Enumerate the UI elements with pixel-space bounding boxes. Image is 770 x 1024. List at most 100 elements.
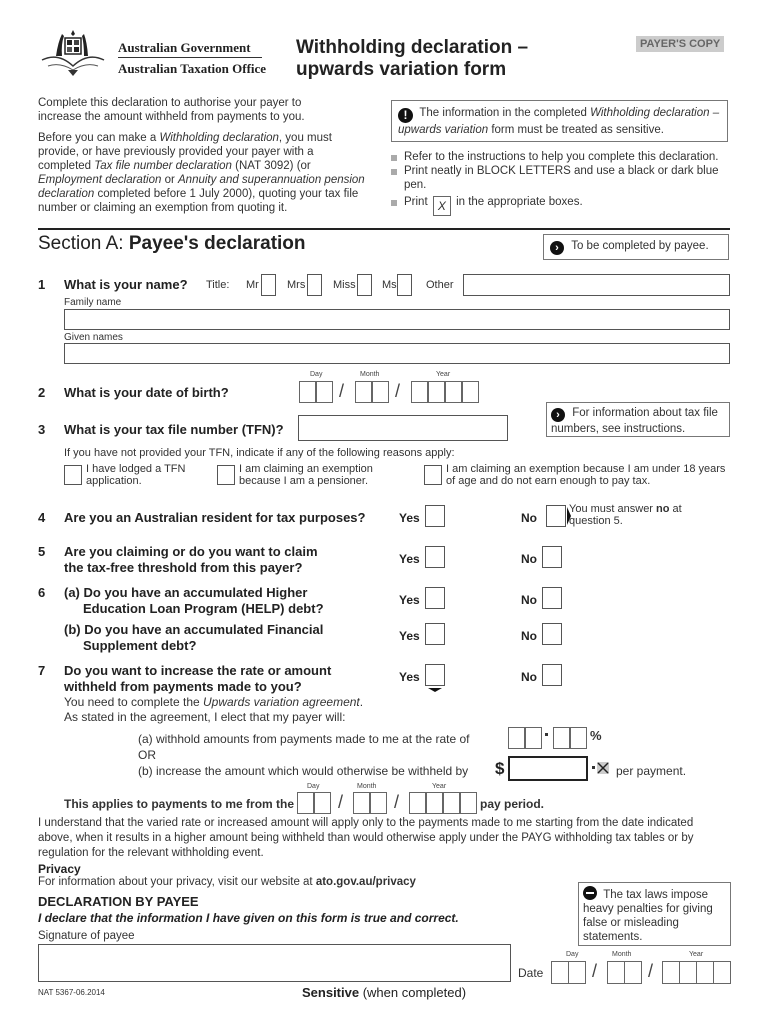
text: Payee's declaration xyxy=(128,233,306,254)
decl-year-digit[interactable] xyxy=(662,961,680,984)
privacy-link[interactable]: ato.gov.au/privacy xyxy=(316,876,416,888)
dob-year-digit[interactable] xyxy=(462,381,479,403)
title-ms-checkbox[interactable] xyxy=(397,274,412,296)
instructions-list: Refer to the instructions to help you co… xyxy=(391,150,731,216)
q7-yes-checkbox[interactable] xyxy=(425,664,445,686)
form-title-line1: Withholding declaration – xyxy=(296,37,529,58)
signature-input[interactable] xyxy=(38,944,511,982)
dob-month-digit[interactable] xyxy=(372,381,389,403)
q5-number: 5 xyxy=(38,544,46,559)
q4-note: You must answer no at question 5. xyxy=(569,503,709,527)
text: in the appropriate boxes. xyxy=(456,196,583,208)
start-day-digit[interactable] xyxy=(297,792,314,814)
tfn-lodged-label: I have lodged a TFN application. xyxy=(86,463,186,487)
date-separator: / xyxy=(592,961,598,981)
q7-option-b: (b) increase the amount which would othe… xyxy=(138,764,469,778)
decl-month-digit[interactable] xyxy=(624,961,642,984)
start-month-digit[interactable] xyxy=(370,792,387,814)
decl-day-digit[interactable] xyxy=(551,961,569,984)
q7-no-label: No xyxy=(521,670,537,684)
family-name-label: Family name xyxy=(64,297,122,308)
dob-year-digit[interactable] xyxy=(411,381,428,403)
title-other-input[interactable] xyxy=(463,274,730,296)
start-month-digit[interactable] xyxy=(353,792,370,814)
applies-from-label: This applies to payments to me from the xyxy=(64,797,295,811)
start-year-digit[interactable] xyxy=(409,792,426,814)
q6a-yes-checkbox[interactable] xyxy=(425,587,445,609)
text: You must answer xyxy=(569,503,657,515)
q6a-yes-label: Yes xyxy=(399,593,420,607)
q2-number: 2 xyxy=(38,385,46,400)
title-mr-checkbox[interactable] xyxy=(261,274,276,296)
q5-yes-label: Yes xyxy=(399,552,420,566)
q6b-yes-label: Yes xyxy=(399,629,420,643)
q6-number: 6 xyxy=(38,585,46,600)
decl-year-digit[interactable] xyxy=(696,961,714,984)
start-year-digit[interactable] xyxy=(426,792,443,814)
text: You need to complete the xyxy=(64,695,203,709)
text: For information about your privacy, visi… xyxy=(38,876,316,888)
q3-text: What is your tax file number (TFN)? xyxy=(64,422,284,437)
q6a-no-checkbox[interactable] xyxy=(542,587,562,609)
percent-sign: % xyxy=(590,728,602,743)
rate-digit[interactable] xyxy=(508,727,525,749)
title-miss-checkbox[interactable] xyxy=(357,274,372,296)
rate-decimal-digit[interactable] xyxy=(553,727,570,749)
q6b-no-checkbox[interactable] xyxy=(542,623,562,645)
title-ms-label: Ms xyxy=(382,279,397,291)
rate-digit[interactable] xyxy=(525,727,542,749)
privacy-heading: Privacy xyxy=(38,862,81,876)
dob-month-label: Month xyxy=(360,371,380,378)
dob-year-digit[interactable] xyxy=(428,381,445,403)
title-mrs-checkbox[interactable] xyxy=(307,274,322,296)
q7-text: Do you want to increase the rate or amou… xyxy=(64,663,331,695)
start-year-digit[interactable] xyxy=(460,792,477,814)
to-be-completed-note: › To be completed by payee. xyxy=(543,234,729,260)
q6b-yes-checkbox[interactable] xyxy=(425,623,445,645)
tfn-input[interactable] xyxy=(298,415,508,441)
q7-no-checkbox[interactable] xyxy=(542,664,562,686)
dob-day-digit[interactable] xyxy=(316,381,333,403)
q4-text: Are you an Australian resident for tax p… xyxy=(64,510,366,525)
q6b-no-label: No xyxy=(521,629,537,643)
family-name-input[interactable] xyxy=(64,309,730,330)
dob-day-digit[interactable] xyxy=(299,381,316,403)
down-arrow-icon xyxy=(428,688,442,692)
q6a-text: (a) Do you have an accumulated Higher Ed… xyxy=(64,585,324,617)
start-day-digit[interactable] xyxy=(314,792,331,814)
instruction-item: Refer to the instructions to help you co… xyxy=(391,150,731,164)
decl-month-digit[interactable] xyxy=(607,961,625,984)
decl-day-digit[interactable] xyxy=(568,961,586,984)
dob-year-digit[interactable] xyxy=(445,381,462,403)
text: The information in the completed xyxy=(419,107,591,119)
text: (when completed) xyxy=(359,985,467,1000)
given-names-input[interactable] xyxy=(64,343,730,364)
tfn-lodged-checkbox[interactable] xyxy=(64,465,82,485)
title-miss-label: Miss xyxy=(333,279,356,291)
text: Before you can make a xyxy=(38,132,160,144)
increase-amount-input[interactable] xyxy=(508,756,588,781)
tfn-info-note: › For information about tax file numbers… xyxy=(546,402,730,437)
pay-period-label: pay period. xyxy=(480,797,545,811)
intro-paragraph-2: Before you can make a Withholding declar… xyxy=(38,131,368,215)
no-entry-icon xyxy=(583,886,597,900)
chevron-right-icon: › xyxy=(550,241,564,255)
pensioner-exemption-checkbox[interactable] xyxy=(217,465,235,485)
start-month-label: Month xyxy=(357,783,377,790)
text: Do you want to increase the rate or amou… xyxy=(64,663,332,678)
q4-no-checkbox[interactable] xyxy=(546,505,566,527)
decl-year-digit[interactable] xyxy=(713,961,731,984)
q5-no-checkbox[interactable] xyxy=(542,546,562,568)
text: (b) Do you have an accumulated Financial xyxy=(64,622,324,637)
gov-line-1: Australian Government xyxy=(118,40,251,55)
rate-decimal-digit[interactable] xyxy=(570,727,587,749)
q5-yes-checkbox[interactable] xyxy=(425,546,445,568)
text: Withholding declaration xyxy=(159,132,279,144)
decl-year-digit[interactable] xyxy=(679,961,697,984)
q4-yes-checkbox[interactable] xyxy=(425,505,445,527)
under18-exemption-checkbox[interactable] xyxy=(424,465,442,485)
dob-month-digit[interactable] xyxy=(355,381,372,403)
text: Employment declaration xyxy=(38,174,162,186)
per-payment-label: per payment. xyxy=(616,764,687,778)
start-year-digit[interactable] xyxy=(443,792,460,814)
